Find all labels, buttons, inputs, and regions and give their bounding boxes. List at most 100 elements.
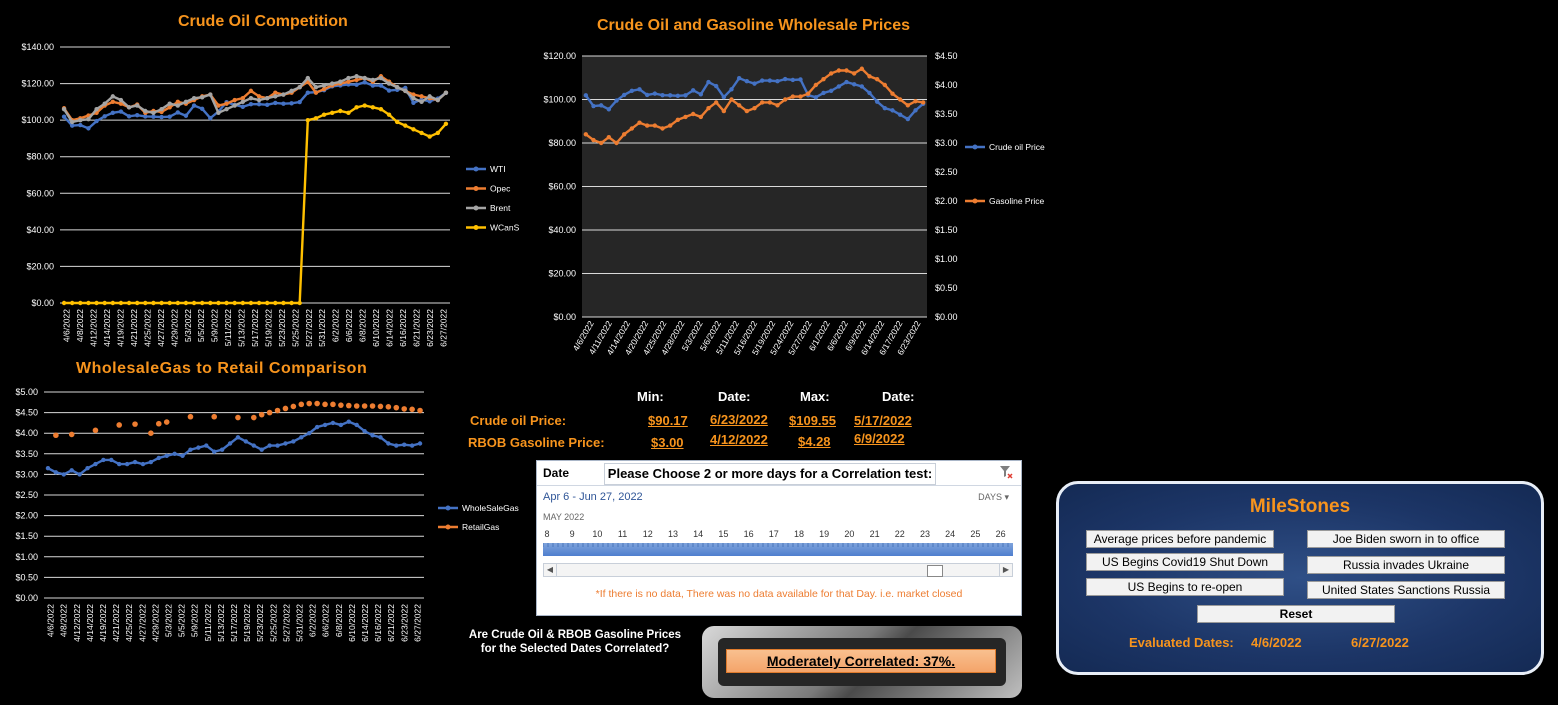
slicer-day-label[interactable]: 12 <box>638 529 658 539</box>
data-point-RetailGas <box>393 404 400 411</box>
slicer-selection-bar[interactable] <box>542 543 1013 556</box>
reset-button[interactable]: Reset <box>1197 605 1395 623</box>
y-tick-label: $2.50 <box>15 490 38 500</box>
data-point-RetailGas <box>401 406 408 412</box>
legend-label: WholeSaleGas <box>462 503 519 513</box>
data-point-WTI <box>281 101 286 106</box>
slicer-day-label[interactable]: 10 <box>587 529 607 539</box>
data-point-Brent <box>386 81 392 86</box>
slicer-day-label[interactable]: 11 <box>613 529 633 539</box>
slicer-day-label[interactable]: 23 <box>915 529 935 539</box>
slicer-day-label[interactable]: 14 <box>688 529 708 539</box>
slicer-day-label[interactable]: 15 <box>713 529 733 539</box>
data-point-WTI <box>305 90 311 95</box>
data-point-Crude oil Price <box>859 84 865 89</box>
data-point-Gasoline Price <box>744 108 750 114</box>
clear-filter-icon[interactable] <box>999 465 1013 479</box>
data-point-WCanS <box>386 112 392 117</box>
data-point-Brent <box>61 106 67 112</box>
scroll-thumb[interactable] <box>927 565 943 577</box>
data-point-WholeSaleGas <box>45 466 51 471</box>
slicer-day-label[interactable]: 18 <box>789 529 809 539</box>
data-point-Gasoline Price <box>660 126 665 131</box>
milestone-button-russia-ukraine[interactable]: Russia invades Ukraine <box>1307 556 1505 574</box>
milestone-button-sanctions[interactable]: United States Sanctions Russia <box>1307 581 1505 599</box>
slicer-day-label[interactable]: 13 <box>663 529 683 539</box>
y-tick-label: $0.00 <box>31 298 54 308</box>
slicer-day-label[interactable]: 21 <box>865 529 885 539</box>
slicer-day-label[interactable]: 8 <box>537 529 557 539</box>
slicer-day-label[interactable]: 25 <box>965 529 985 539</box>
data-point-Opec <box>419 94 424 99</box>
data-point-RetailGas <box>322 401 328 408</box>
data-point-Brent <box>159 106 164 112</box>
data-point-Gasoline Price <box>621 132 627 137</box>
slicer-day-label[interactable]: 22 <box>890 529 910 539</box>
data-point-WholeSaleGas <box>156 455 161 461</box>
data-point-Crude oil Price <box>598 103 604 108</box>
data-point-Crude oil Price <box>667 93 673 98</box>
data-point-Gasoline Price <box>913 99 918 104</box>
data-point-WCanS <box>435 130 441 136</box>
y-tick-label: $60.00 <box>26 188 54 198</box>
data-point-WTI <box>297 99 302 105</box>
slicer-day-label[interactable]: 16 <box>739 529 759 539</box>
gas-min: $3.00 <box>651 435 684 450</box>
data-point-WCanS <box>256 300 262 306</box>
x-tick-label: 5/19/2022 <box>242 604 252 642</box>
data-point-Brent <box>354 74 359 79</box>
data-point-Crude oil Price <box>905 116 911 122</box>
milestone-button-reopen[interactable]: US Begins to re-open <box>1086 578 1284 596</box>
legend-label: RetailGas <box>462 522 499 532</box>
data-point-WTI <box>411 100 416 105</box>
crude-competition-chart: $0.00 $20.00 $40.00 $60.00 $80.00 $100.00 $120… <box>21 42 519 347</box>
data-point-RetailGas <box>68 431 75 438</box>
data-point-Crude oil Price <box>913 108 918 113</box>
data-point-Gasoline Price <box>890 91 895 96</box>
slicer-day-label[interactable]: 26 <box>991 529 1011 539</box>
milestone-button-pre-pandemic[interactable]: Average prices before pandemic <box>1086 530 1274 548</box>
data-point-Gasoline Price <box>874 77 880 82</box>
slicer-day-label[interactable]: 9 <box>562 529 582 539</box>
x-tick-label: 5/5/2022 <box>196 309 206 342</box>
legend-label: Opec <box>490 184 511 194</box>
milestone-button-biden[interactable]: Joe Biden sworn in to office <box>1307 530 1505 548</box>
date-timeline-slicer[interactable]: Date Please Choose 2 or more days for a … <box>536 460 1022 616</box>
slicer-day-label[interactable]: 24 <box>940 529 960 539</box>
data-point-Brent <box>338 79 343 84</box>
x-tick-label: 4/6/2022 <box>46 604 56 637</box>
data-point-RetailGas <box>53 432 59 439</box>
data-point-Brent <box>411 96 416 101</box>
data-point-WholeSaleGas <box>386 441 391 446</box>
milestone-button-covid-shutdown[interactable]: US Begins Covid19 Shut Down <box>1086 553 1284 571</box>
data-point-WCanS <box>329 110 335 116</box>
data-point-WholeSaleGas <box>307 431 312 436</box>
slicer-day-label[interactable]: 19 <box>814 529 834 539</box>
data-point-Crude oil Price <box>736 75 742 81</box>
data-point-Crude oil Price <box>813 95 819 100</box>
data-point-WCanS <box>273 300 278 306</box>
data-point-Gasoline Price <box>813 82 819 88</box>
slicer-unit-dropdown[interactable]: DAYS ▾ <box>978 492 1009 503</box>
slicer-day-label[interactable]: 20 <box>839 529 859 539</box>
data-point-WTI <box>134 113 140 118</box>
x-tick-label: 5/25/2022 <box>290 309 300 347</box>
legend-marker <box>445 505 451 511</box>
data-point-RetailGas <box>409 406 415 413</box>
data-point-WholeSaleGas <box>259 447 264 452</box>
slicer-day-label[interactable]: 17 <box>764 529 784 539</box>
data-point-Opec <box>232 97 237 103</box>
chevron-down-icon: ▾ <box>1004 492 1009 502</box>
slicer-scrollbar[interactable]: ◀ ▶ <box>543 563 1013 577</box>
data-point-WCanS <box>175 300 181 306</box>
data-point-WCanS <box>61 300 67 306</box>
data-point-Brent <box>167 101 172 106</box>
y2-tick-label: $3.50 <box>935 109 958 119</box>
data-point-WTI <box>208 115 213 121</box>
data-point-Crude oil Price <box>882 106 888 111</box>
y-tick-label: $40.00 <box>548 225 576 235</box>
data-point-WTI <box>118 109 124 114</box>
scroll-right-button[interactable]: ▶ <box>999 564 1012 576</box>
data-point-WTI <box>240 104 246 109</box>
scroll-left-button[interactable]: ◀ <box>544 564 557 576</box>
